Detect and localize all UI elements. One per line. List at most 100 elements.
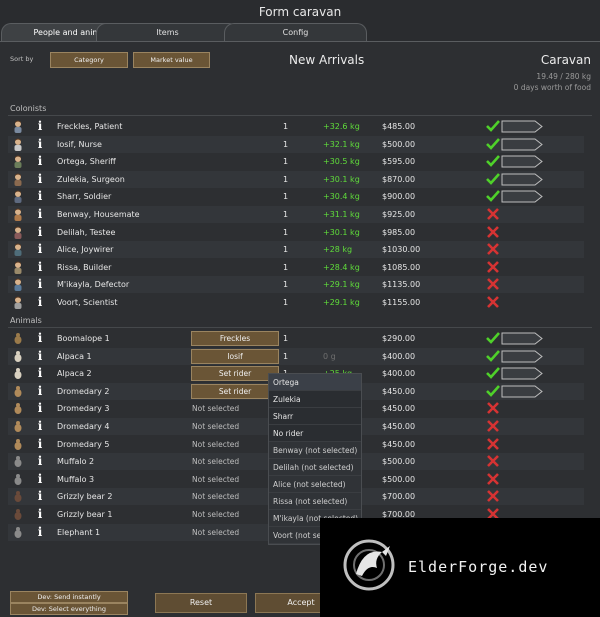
info-icon[interactable]: i: [36, 437, 44, 451]
info-icon[interactable]: i: [36, 349, 44, 363]
colonist-row[interactable]: i M'ikayla, Defector 1 +29.1 kg $1135.00: [8, 276, 584, 294]
colonist-row[interactable]: i Benway, Housemate 1 +31.1 kg $925.00: [8, 206, 584, 223]
colonist-row[interactable]: i Iosif, Nurse 1 +32.1 kg $500.00: [8, 135, 584, 153]
colonist-mass: +30.1 kg: [323, 227, 360, 237]
colonist-row[interactable]: i Freckles, Patient 1 +32.6 kg $485.00: [8, 118, 584, 135]
colonist-row[interactable]: i Alice, Joywirer 1 +28 kg $1030.00: [8, 241, 584, 259]
dev-select-everything-button[interactable]: Dev: Select everything: [10, 603, 128, 615]
checkmark-icon[interactable]: [486, 154, 500, 168]
info-icon[interactable]: i: [36, 419, 44, 433]
reset-button[interactable]: Reset: [155, 593, 247, 613]
cross-icon[interactable]: [486, 225, 500, 239]
animal-name: Elephant 1: [57, 527, 101, 537]
colonist-row[interactable]: i Sharr, Soldier 1 +30.4 kg $900.00: [8, 188, 584, 205]
cross-icon[interactable]: [486, 472, 500, 486]
animal-name: Grizzly bear 1: [57, 510, 113, 519]
cross-icon[interactable]: [486, 401, 500, 415]
checkmark-icon[interactable]: [486, 119, 500, 133]
checkmark-icon[interactable]: [486, 349, 500, 363]
rider-select-button[interactable]: Set rider: [191, 383, 279, 399]
cross-icon[interactable]: [486, 489, 500, 503]
dropdown-option[interactable]: Alice (not selected): [269, 476, 361, 493]
checkmark-icon[interactable]: [486, 384, 500, 398]
info-icon[interactable]: i: [36, 260, 44, 274]
cross-icon[interactable]: [486, 437, 500, 451]
colonist-row[interactable]: i Voort, Scientist 1 +29.1 kg $1155.00: [8, 294, 584, 311]
cross-icon[interactable]: [486, 419, 500, 433]
sort-category-button[interactable]: Category: [50, 52, 128, 68]
dropdown-option[interactable]: Sharr: [269, 408, 361, 425]
transfer-arrow-icon[interactable]: [501, 367, 543, 380]
colonist-row[interactable]: i Ortega, Sheriff 1 +30.5 kg $595.00: [8, 153, 584, 170]
dropdown-option[interactable]: Zulekia: [269, 391, 361, 408]
cross-icon[interactable]: [486, 242, 500, 256]
info-icon[interactable]: i: [36, 225, 44, 239]
checkmark-icon[interactable]: [486, 137, 500, 151]
info-icon[interactable]: i: [36, 137, 44, 151]
info-icon[interactable]: i: [36, 401, 44, 415]
animal-portrait-icon: [14, 385, 22, 397]
animal-portrait-icon: [14, 421, 22, 432]
dropdown-option[interactable]: Delilah (not selected): [269, 459, 361, 476]
animal-name: Muffalo 2: [57, 457, 95, 467]
info-icon[interactable]: i: [36, 154, 44, 168]
info-icon[interactable]: i: [36, 277, 44, 291]
info-icon[interactable]: i: [36, 525, 44, 539]
transfer-arrow-icon[interactable]: [501, 173, 543, 186]
transfer-arrow-icon[interactable]: [501, 120, 543, 133]
colonist-row[interactable]: i Zulekia, Surgeon 1 +30.1 kg $870.00: [8, 170, 584, 188]
info-icon[interactable]: i: [36, 507, 44, 521]
rider-select-button[interactable]: Freckles: [191, 331, 279, 346]
checkmark-icon[interactable]: [486, 172, 500, 186]
dropdown-option[interactable]: Ortega: [269, 374, 361, 391]
info-icon[interactable]: i: [36, 207, 44, 221]
info-icon[interactable]: i: [36, 489, 44, 503]
sort-market-value-button[interactable]: Market value: [133, 52, 210, 68]
dropdown-option[interactable]: Rissa (not selected): [269, 493, 361, 510]
tab-config[interactable]: Config: [224, 23, 367, 42]
colonist-value: $1155.00: [382, 298, 421, 307]
cross-icon[interactable]: [486, 260, 500, 274]
info-icon[interactable]: i: [36, 454, 44, 468]
animal-row[interactable]: i Alpaca 1 Iosif 1 0 g $400.00: [8, 347, 584, 365]
cross-icon[interactable]: [486, 295, 500, 309]
info-icon[interactable]: i: [36, 119, 44, 133]
dropdown-option[interactable]: Benway (not selected): [269, 442, 361, 459]
transfer-arrow-icon[interactable]: [501, 350, 543, 363]
colonist-name: Zulekia, Surgeon: [57, 174, 125, 184]
info-icon[interactable]: i: [36, 242, 44, 256]
animal-name: Alpaca 1: [57, 351, 92, 361]
transfer-arrow-icon[interactable]: [501, 138, 543, 151]
rider-select-button[interactable]: Iosif: [191, 348, 279, 364]
dev-send-instantly-button[interactable]: Dev: Send instantly: [10, 591, 128, 603]
info-icon[interactable]: i: [36, 366, 44, 380]
colonist-count: 1: [283, 262, 289, 272]
info-icon[interactable]: i: [36, 172, 44, 186]
rider-not-selected: Not selected: [192, 474, 240, 484]
info-icon[interactable]: i: [36, 189, 44, 203]
checkmark-icon[interactable]: [486, 189, 500, 203]
tab-items[interactable]: Items: [96, 23, 239, 42]
rider-select-button[interactable]: Set rider: [191, 366, 279, 382]
colonist-row[interactable]: i Delilah, Testee 1 +30.1 kg $985.00: [8, 224, 584, 241]
checkmark-icon[interactable]: [486, 366, 500, 380]
transfer-arrow-icon[interactable]: [501, 385, 543, 398]
checkmark-icon[interactable]: [486, 331, 500, 345]
info-icon[interactable]: i: [36, 472, 44, 486]
dropdown-option[interactable]: No rider: [269, 425, 361, 442]
info-icon[interactable]: i: [36, 295, 44, 309]
transfer-arrow-icon[interactable]: [501, 155, 543, 168]
transfer-arrow-icon[interactable]: [501, 190, 543, 203]
pawn-portrait-icon: [14, 138, 22, 151]
colonist-row[interactable]: i Rissa, Builder 1 +28.4 kg $1085.00: [8, 259, 584, 276]
cross-icon[interactable]: [486, 207, 500, 221]
info-icon[interactable]: i: [36, 384, 44, 398]
pawn-portrait-icon: [14, 243, 22, 257]
cross-icon[interactable]: [486, 454, 500, 468]
animal-row[interactable]: i Boomalope 1 Freckles 1 $290.00: [8, 330, 584, 347]
info-icon[interactable]: i: [36, 331, 44, 345]
caravan-mass: 19.49 / 280 kg: [536, 72, 591, 81]
transfer-arrow-icon[interactable]: [501, 332, 543, 345]
cross-icon[interactable]: [486, 277, 500, 291]
colonist-name: Sharr, Soldier: [57, 192, 112, 202]
